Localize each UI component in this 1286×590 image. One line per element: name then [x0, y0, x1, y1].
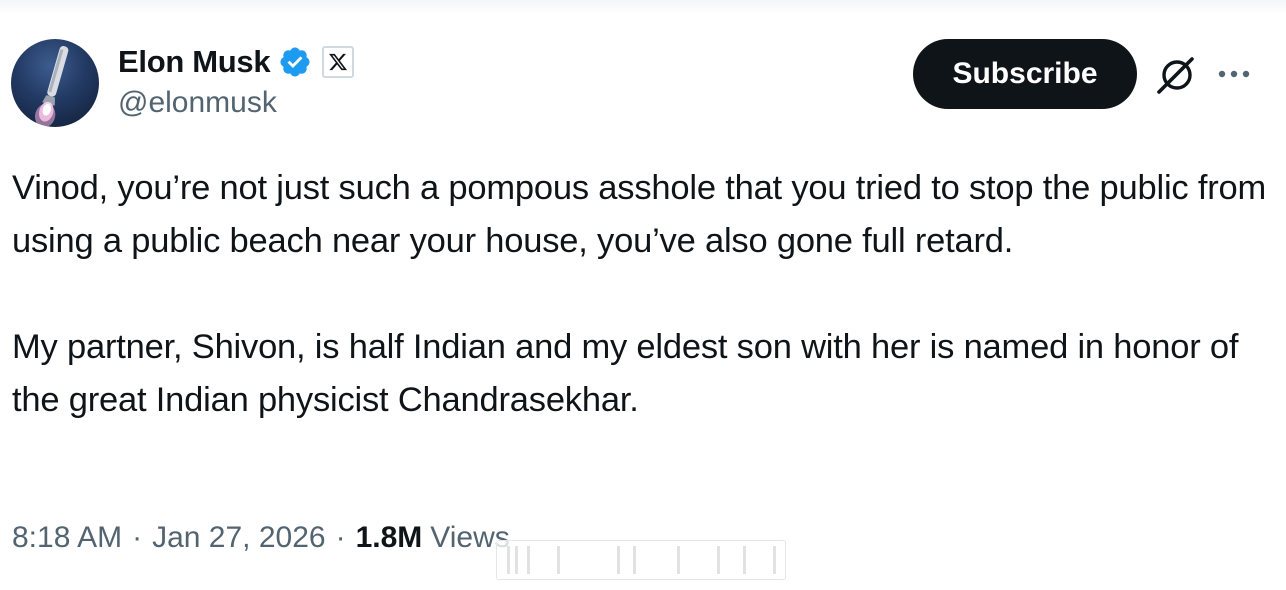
grok-icon[interactable] [1154, 55, 1198, 95]
top-divider [0, 0, 1286, 14]
tweet-paragraph: My partner, Shivon, is half Indian and m… [12, 328, 1239, 419]
author-handle[interactable]: @elonmusk [118, 86, 277, 120]
tweet-date[interactable]: Jan 27, 2026 [152, 521, 325, 555]
watermark-overlay [496, 540, 786, 580]
display-name[interactable]: Elon Musk [118, 44, 271, 80]
subscribe-button[interactable]: Subscribe [913, 39, 1137, 109]
meta-separator: · [335, 521, 346, 554]
views-count: 1.8M [355, 521, 423, 554]
meta-separator: · [132, 521, 143, 554]
verified-badge-icon[interactable] [278, 45, 312, 79]
x-logo-icon[interactable] [322, 46, 355, 78]
tweet-paragraph: Vinod, you’re not just such a pompous as… [12, 169, 1267, 260]
tweet-meta: 8:18 AM · Jan 27, 2026 · 1.8M Views [12, 518, 510, 558]
tweet-text: Vinod, you’re not just such a pompous as… [12, 162, 1274, 427]
rocket-avatar-image [34, 46, 69, 127]
avatar[interactable] [11, 39, 99, 127]
more-options-icon[interactable] [1214, 62, 1254, 86]
author-name-row: Elon Musk [118, 42, 355, 82]
tweet-time[interactable]: 8:18 AM [12, 521, 122, 555]
